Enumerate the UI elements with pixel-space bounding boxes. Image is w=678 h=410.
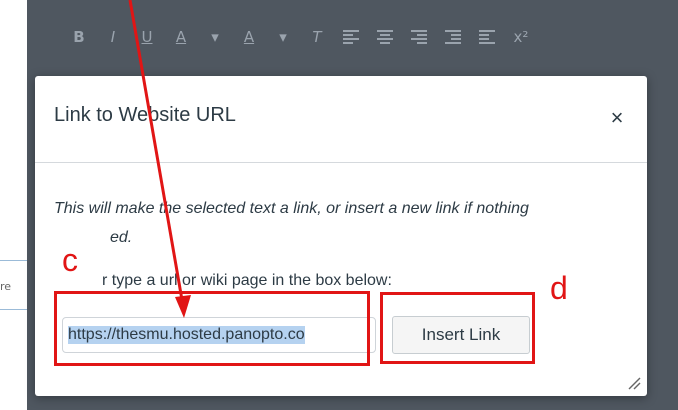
annotation-arrow (128, 0, 191, 318)
